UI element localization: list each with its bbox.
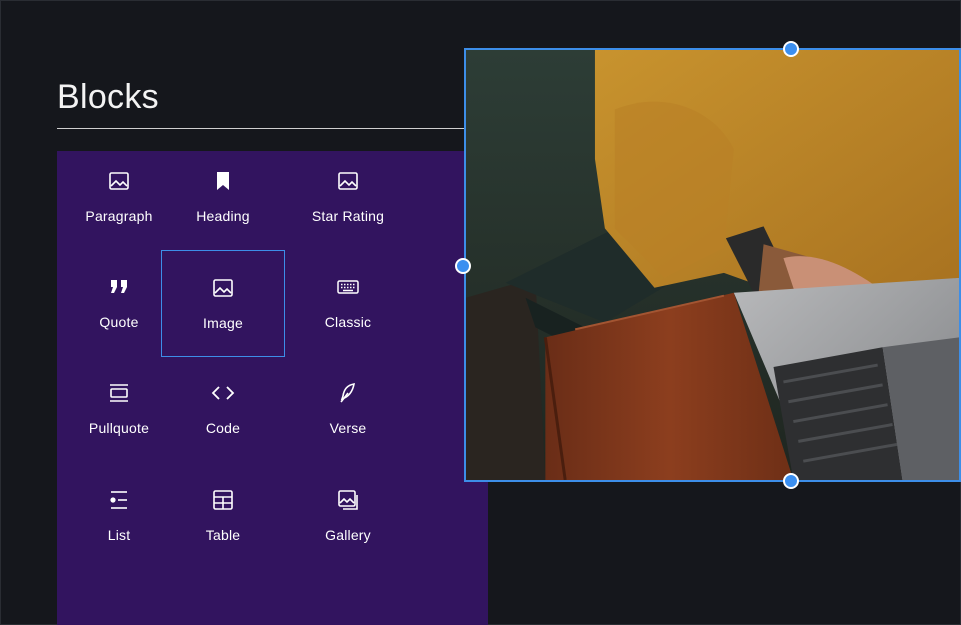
gallery-icon bbox=[338, 490, 358, 510]
block-label: Code bbox=[205, 420, 241, 436]
resize-handle-bottom[interactable] bbox=[783, 473, 799, 489]
resize-handle-left[interactable] bbox=[455, 258, 471, 274]
image-icon bbox=[338, 172, 358, 190]
block-label: Gallery bbox=[325, 527, 371, 543]
block-heading[interactable]: Heading bbox=[161, 151, 285, 258]
bookmark-icon bbox=[217, 172, 229, 190]
block-inserter-panel: Paragraph Heading Star Rating Quote Imag… bbox=[57, 151, 488, 625]
laptop-photo bbox=[466, 50, 959, 480]
block-label: Image bbox=[203, 315, 243, 331]
title-divider bbox=[57, 128, 467, 129]
page-title: Blocks bbox=[57, 78, 159, 116]
block-gallery[interactable]: Gallery bbox=[286, 470, 410, 577]
keyboard-icon bbox=[337, 280, 359, 294]
block-classic[interactable]: Classic bbox=[286, 257, 410, 364]
feather-icon bbox=[340, 383, 355, 403]
pullquote-icon bbox=[110, 384, 128, 402]
block-star-rating[interactable]: Star Rating bbox=[286, 151, 410, 258]
code-icon bbox=[211, 386, 235, 400]
image-icon bbox=[213, 279, 233, 297]
block-label: Verse bbox=[329, 420, 367, 436]
selected-image-block[interactable] bbox=[464, 48, 961, 482]
block-image[interactable]: Image bbox=[161, 250, 285, 357]
block-code[interactable]: Code bbox=[161, 363, 285, 470]
block-table[interactable]: Table bbox=[161, 470, 285, 577]
block-label: Classic bbox=[324, 314, 372, 330]
resize-handle-top[interactable] bbox=[783, 41, 799, 57]
list-icon bbox=[110, 491, 127, 509]
image-icon bbox=[109, 172, 129, 190]
block-label: Table bbox=[205, 527, 241, 543]
quote-icon bbox=[111, 280, 127, 293]
block-label: Heading bbox=[196, 208, 250, 224]
block-label: Star Rating bbox=[311, 208, 385, 224]
table-icon bbox=[213, 490, 233, 510]
block-verse[interactable]: Verse bbox=[286, 363, 410, 470]
